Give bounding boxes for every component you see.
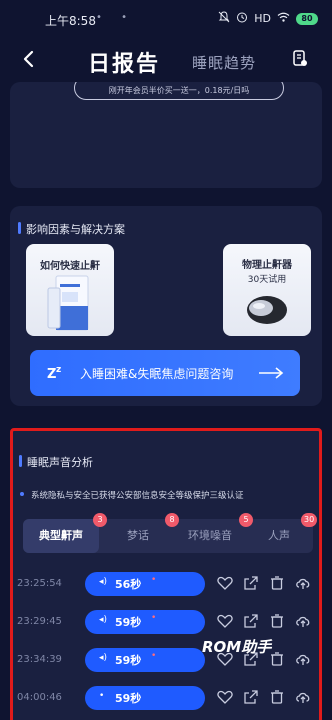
privacy-bullet-icon	[20, 492, 24, 496]
share-icon[interactable]	[243, 575, 259, 591]
play-recording-button[interactable]: ◂) 56秒 •	[85, 572, 205, 596]
tab-label: 梦话	[127, 529, 149, 542]
play-recording-button[interactable]: ◂) 59秒 •	[85, 610, 205, 634]
recording-row: 23:34:39 ◂) 59秒 •	[13, 647, 319, 675]
heart-icon[interactable]	[217, 575, 233, 591]
tab-sleep-talk[interactable]: 梦话 8	[107, 513, 179, 553]
signal-hd-icon: HD	[254, 12, 271, 25]
share-icon[interactable]	[243, 689, 259, 705]
recording-duration: 59秒	[115, 616, 142, 629]
play-recording-button[interactable]: • 59秒	[85, 686, 205, 710]
trash-icon[interactable]	[269, 575, 285, 591]
sound-wave-icon: ◂)	[99, 653, 108, 663]
tab-human-voice[interactable]: 人声 30	[251, 513, 318, 553]
status-icons: HD 80	[218, 11, 318, 26]
header: 日报告 睡眠趋势	[0, 38, 332, 82]
new-dot-icon: •	[151, 575, 157, 585]
svg-text:z: z	[56, 365, 61, 375]
promo-banner[interactable]: 刚开年会员半价买一送一，0.18元/日吗	[74, 82, 284, 100]
alarm-icon	[236, 11, 248, 26]
trash-icon[interactable]	[269, 651, 285, 667]
sleep-consult-button[interactable]: Zz 入睡困难&失眠焦虑问题咨询	[30, 350, 300, 396]
product-card-title: 物理止鼾器	[242, 260, 292, 271]
recording-time: 04:00:46	[17, 692, 62, 703]
watermark: ROM助手	[202, 638, 272, 656]
recording-actions	[217, 613, 311, 629]
recording-time: 23:25:54	[17, 578, 62, 589]
cloud-upload-icon[interactable]	[295, 613, 311, 629]
recording-duration: 59秒	[115, 654, 142, 667]
product-card-physical-stopper[interactable]: 物理止鼾器 30天试用	[223, 244, 311, 336]
sleep-chart-card: 刚开年会员半价买一送一，0.18元/日吗	[10, 82, 322, 188]
trash-icon[interactable]	[269, 613, 285, 629]
tab-ambient-noise[interactable]: 环境噪音 5	[173, 513, 253, 553]
tab-label: 人声	[268, 529, 290, 542]
privacy-note: 系统隐私与安全已获得公安部信息安全等级保护三级认证	[31, 491, 244, 501]
sound-title: 睡眠声音分析	[27, 456, 93, 469]
heart-icon[interactable]	[217, 613, 233, 629]
play-recording-button[interactable]: ◂) 59秒 •	[85, 648, 205, 672]
sound-wave-icon: ◂)	[99, 577, 108, 587]
trash-icon[interactable]	[269, 689, 285, 705]
section-accent-bar	[18, 222, 21, 234]
tab-label: 环境噪音	[188, 529, 232, 542]
mute-icon	[218, 11, 230, 26]
product-box-image	[47, 275, 89, 331]
count-badge: 3	[93, 513, 107, 527]
factors-card: 影响因素与解决方案 如何快速止鼾 物理止鼾器 30天试用 Zz 入睡困难&失眠焦…	[10, 206, 322, 406]
recording-row: 23:25:54 ◂) 56秒 •	[13, 571, 319, 599]
zzz-icon: Zz	[46, 362, 66, 386]
cloud-upload-icon[interactable]	[295, 651, 311, 667]
recording-time: 23:29:45	[17, 616, 62, 627]
consult-label: 入睡困难&失眠焦虑问题咨询	[80, 367, 234, 381]
recording-time: 23:34:39	[17, 654, 62, 665]
status-dots: • •	[96, 12, 135, 23]
tab-daily-report[interactable]: 日报告	[88, 46, 160, 78]
share-icon[interactable]	[243, 613, 259, 629]
tab-typical-snore[interactable]: 典型鼾声 3	[23, 513, 107, 553]
wifi-icon	[277, 12, 290, 25]
sound-wave-icon: ◂)	[99, 615, 108, 625]
product-card-subtitle: 30天试用	[247, 275, 287, 285]
sound-wave-icon: •	[99, 691, 105, 701]
status-bar: 上午8:58 • • HD 80	[0, 0, 332, 38]
cloud-upload-icon[interactable]	[295, 689, 311, 705]
battery-icon: 80	[296, 12, 318, 25]
status-time: 上午8:58	[45, 14, 96, 28]
recording-actions	[217, 575, 311, 591]
cloud-upload-icon[interactable]	[295, 575, 311, 591]
arrow-right-icon	[258, 365, 284, 384]
new-dot-icon: •	[151, 651, 157, 661]
new-dot-icon: •	[151, 613, 157, 623]
section-accent-bar	[19, 455, 22, 467]
tab-label: 典型鼾声	[39, 529, 83, 542]
heart-icon[interactable]	[217, 689, 233, 705]
recording-duration: 56秒	[115, 578, 142, 591]
document-icon	[293, 50, 307, 66]
chevron-left-icon	[23, 50, 34, 68]
recording-duration: 59秒	[115, 692, 142, 705]
sleep-sound-card: 睡眠声音分析 系统隐私与安全已获得公安部信息安全等级保护三级认证 典型鼾声 3 …	[10, 428, 322, 720]
product-card-snore-stop[interactable]: 如何快速止鼾	[26, 244, 114, 336]
factors-title: 影响因素与解决方案	[26, 223, 125, 236]
recording-row: 04:00:46 • 59秒	[13, 685, 319, 713]
recording-row: 23:29:45 ◂) 59秒 •	[13, 609, 319, 637]
back-button[interactable]	[18, 48, 40, 70]
count-badge: 30	[301, 513, 318, 527]
report-share-button[interactable]	[292, 50, 308, 68]
tab-sleep-trend[interactable]: 睡眠趋势	[192, 52, 256, 73]
mouthpiece-image	[247, 296, 287, 324]
sound-tabs: 典型鼾声 3 梦话 8 环境噪音 5 人声 30	[23, 513, 318, 553]
recording-actions	[217, 689, 311, 705]
